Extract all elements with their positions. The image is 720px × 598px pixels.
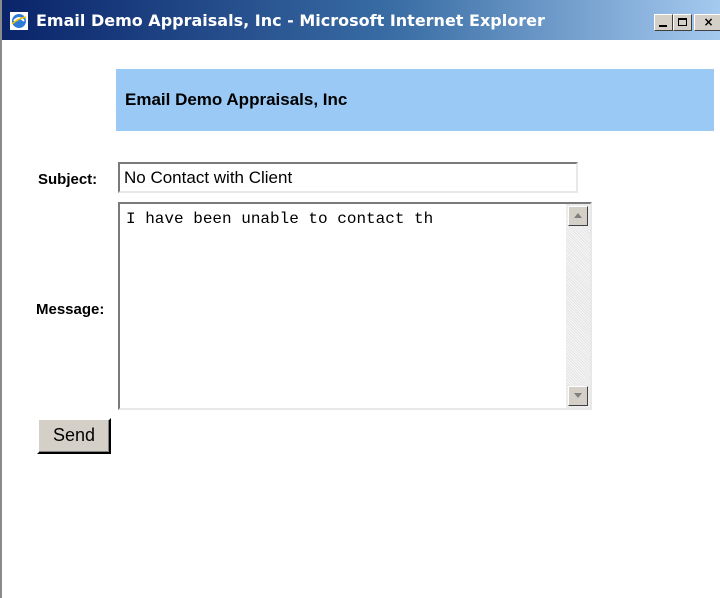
subject-label: Subject:	[38, 171, 98, 188]
subject-input[interactable]	[118, 162, 578, 193]
minimize-icon	[659, 25, 667, 27]
window-title: Email Demo Appraisals, Inc - Microsoft I…	[36, 11, 545, 30]
close-button[interactable]: ×	[694, 14, 720, 31]
scroll-up-button[interactable]	[568, 206, 588, 226]
close-icon: ×	[703, 15, 714, 29]
company-name: Email Demo Appraisals, Inc	[125, 90, 348, 109]
maximize-icon	[678, 18, 687, 26]
company-header: Email Demo Appraisals, Inc	[116, 69, 714, 131]
message-scrollbar[interactable]	[566, 204, 590, 408]
minimize-button[interactable]	[654, 14, 673, 31]
message-label: Message:	[36, 301, 105, 318]
scroll-down-arrow-icon	[574, 393, 582, 398]
send-button[interactable]: Send	[37, 418, 111, 454]
message-textarea[interactable]: I have been unable to contact th	[118, 202, 592, 410]
scroll-up-arrow-icon	[574, 213, 582, 218]
maximize-button[interactable]	[673, 14, 692, 31]
ie-browser-icon	[10, 12, 28, 30]
scroll-down-button[interactable]	[568, 386, 588, 406]
title-bar[interactable]: Email Demo Appraisals, Inc - Microsoft I…	[2, 0, 720, 40]
browser-window: Email Demo Appraisals, Inc - Microsoft I…	[0, 0, 720, 598]
message-text[interactable]: I have been unable to contact th	[122, 206, 564, 406]
